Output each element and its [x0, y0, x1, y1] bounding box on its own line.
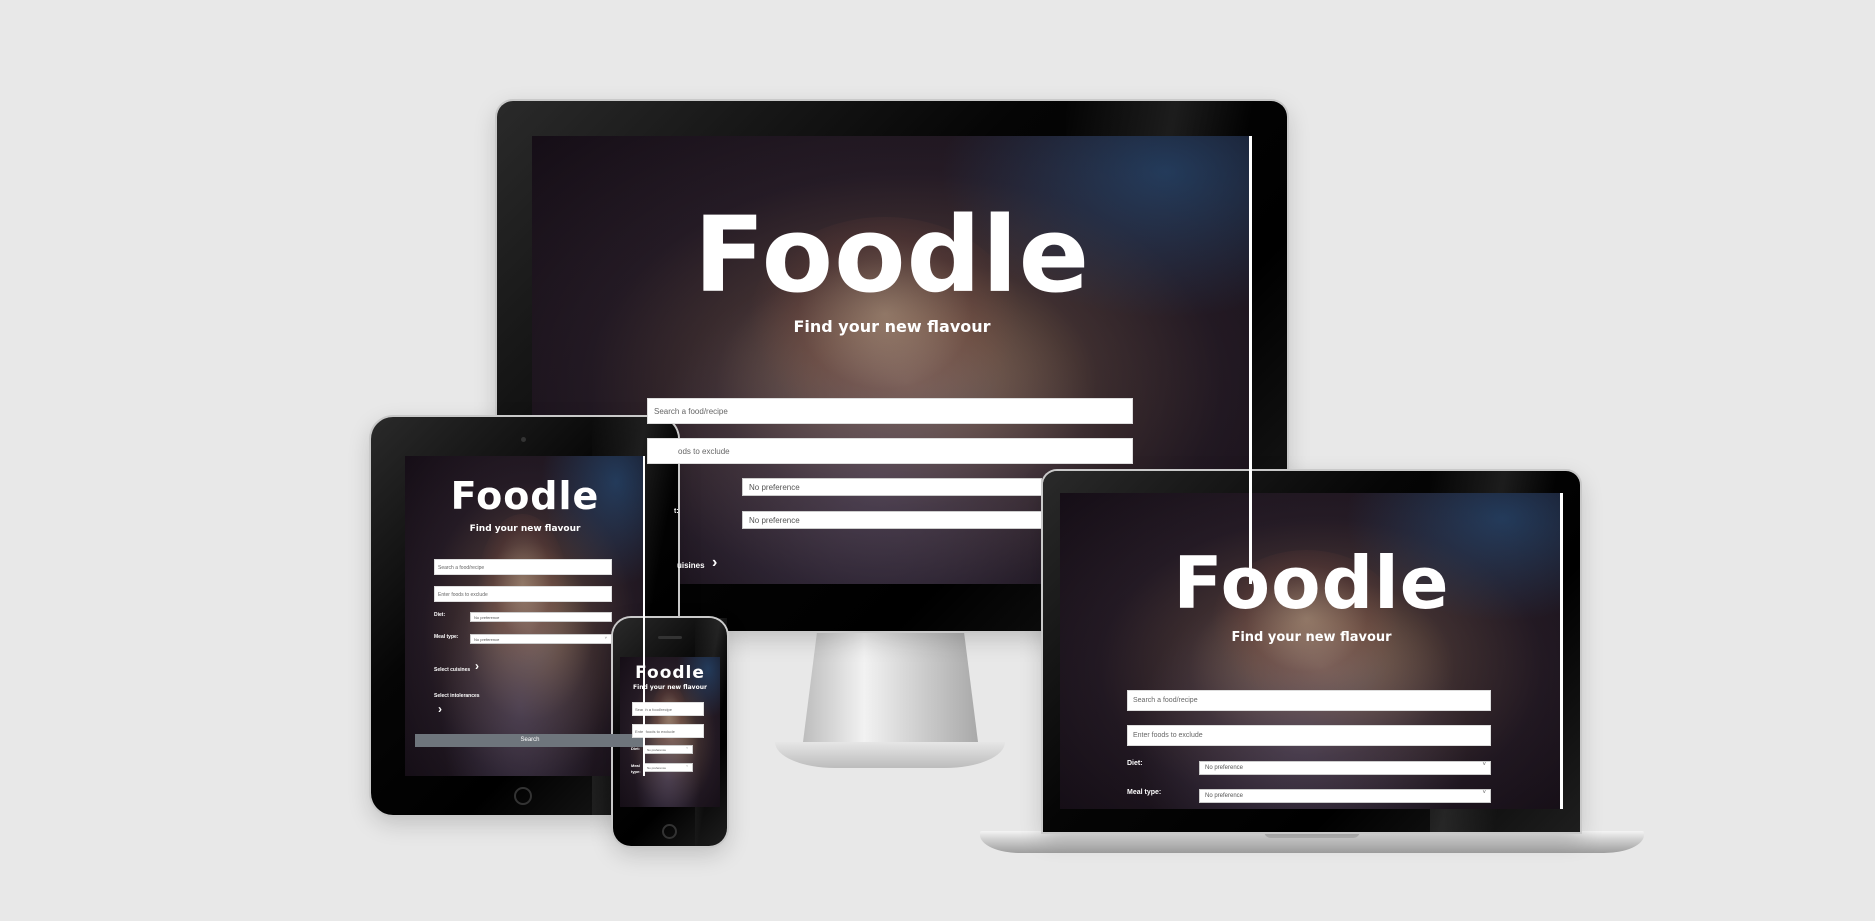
- chevron-down-icon: ˅: [604, 635, 607, 640]
- laptop-screen: Foodle Find your new flavour Search a fo…: [1060, 493, 1563, 809]
- search-input[interactable]: Search a food/recipe: [647, 398, 1133, 424]
- camera-dot: [521, 437, 526, 442]
- diet-select[interactable]: No preference: [742, 478, 1042, 496]
- laptop-device: Foodle Find your new flavour Search a fo…: [1043, 471, 1580, 832]
- search-button[interactable]: Search: [415, 734, 645, 747]
- diet-label: Diet:: [434, 612, 446, 618]
- meal-label-line2: type:: [631, 769, 641, 774]
- exclude-input[interactable]: Enter foods to exclude: [1127, 725, 1491, 746]
- meal-type-label: Meal type:: [434, 634, 459, 640]
- meal-label-line1: Meal: [631, 763, 640, 768]
- logo: Foodle: [450, 474, 600, 518]
- meal-type-select[interactable]: No preference ˅: [644, 763, 693, 772]
- diet-label: Diet:: [631, 746, 640, 751]
- select-intolerances-label[interactable]: Select intolerances: [434, 693, 480, 699]
- chevron-down-icon: ˅: [1482, 762, 1486, 768]
- chevron-right-icon[interactable]: ›: [475, 659, 479, 673]
- search-input[interactable]: Search a food/recipe: [1127, 690, 1491, 711]
- chevron-right-icon[interactable]: ›: [438, 702, 442, 716]
- tagline: Find your new flavour: [793, 317, 991, 336]
- speaker-slot: [658, 636, 682, 639]
- select-cuisines-label[interactable]: Select cuisines: [434, 667, 470, 673]
- chevron-down-icon: ˅: [1482, 790, 1486, 796]
- monitor-stand-base: [775, 742, 1005, 768]
- meal-type-select[interactable]: No preference ˅: [1199, 789, 1491, 803]
- diet-select[interactable]: No preference: [470, 612, 612, 622]
- chevron-right-icon[interactable]: ›: [712, 554, 717, 572]
- search-input[interactable]: Search a food/recipe: [434, 559, 612, 575]
- scrollbar[interactable]: [1249, 136, 1252, 584]
- meal-type-select[interactable]: No preference: [742, 511, 1042, 529]
- scrollbar[interactable]: [1560, 493, 1563, 809]
- home-button[interactable]: [662, 824, 677, 839]
- tagline: Find your new flavour: [469, 524, 581, 534]
- chevron-down-icon: ˅: [686, 764, 688, 768]
- meal-type-label: Meal type:: [1127, 789, 1162, 796]
- logo: Foodle: [1173, 541, 1450, 625]
- logo: Foodle: [693, 194, 1091, 316]
- scrollbar[interactable]: [643, 456, 645, 776]
- monitor-stand-neck: [803, 632, 978, 742]
- logo: Foodle: [635, 663, 705, 683]
- diet-select[interactable]: No preference ˅: [1199, 761, 1491, 775]
- diet-label: t:: [674, 508, 679, 515]
- exclude-input[interactable]: Enter foods to exclude: [434, 586, 612, 602]
- phone-screen: Foodle Find your new flavour Search a fo…: [620, 657, 720, 807]
- tagline: Find your new flavour: [1231, 630, 1392, 645]
- tagline: Find your new flavour: [633, 684, 707, 691]
- exclude-input[interactable]: ods to exclude: [647, 438, 1133, 464]
- laptop-notch: [1264, 831, 1360, 838]
- diet-select[interactable]: No preference ˅: [644, 745, 693, 754]
- home-button[interactable]: [514, 787, 532, 805]
- diet-label: Diet:: [1127, 760, 1143, 767]
- meal-type-select[interactable]: No preference ˅: [470, 634, 612, 644]
- tablet-screen: Foodle Find your new flavour Search a fo…: [405, 456, 645, 776]
- select-cuisines-label[interactable]: uisines: [677, 561, 705, 570]
- chevron-down-icon: ˅: [686, 746, 688, 750]
